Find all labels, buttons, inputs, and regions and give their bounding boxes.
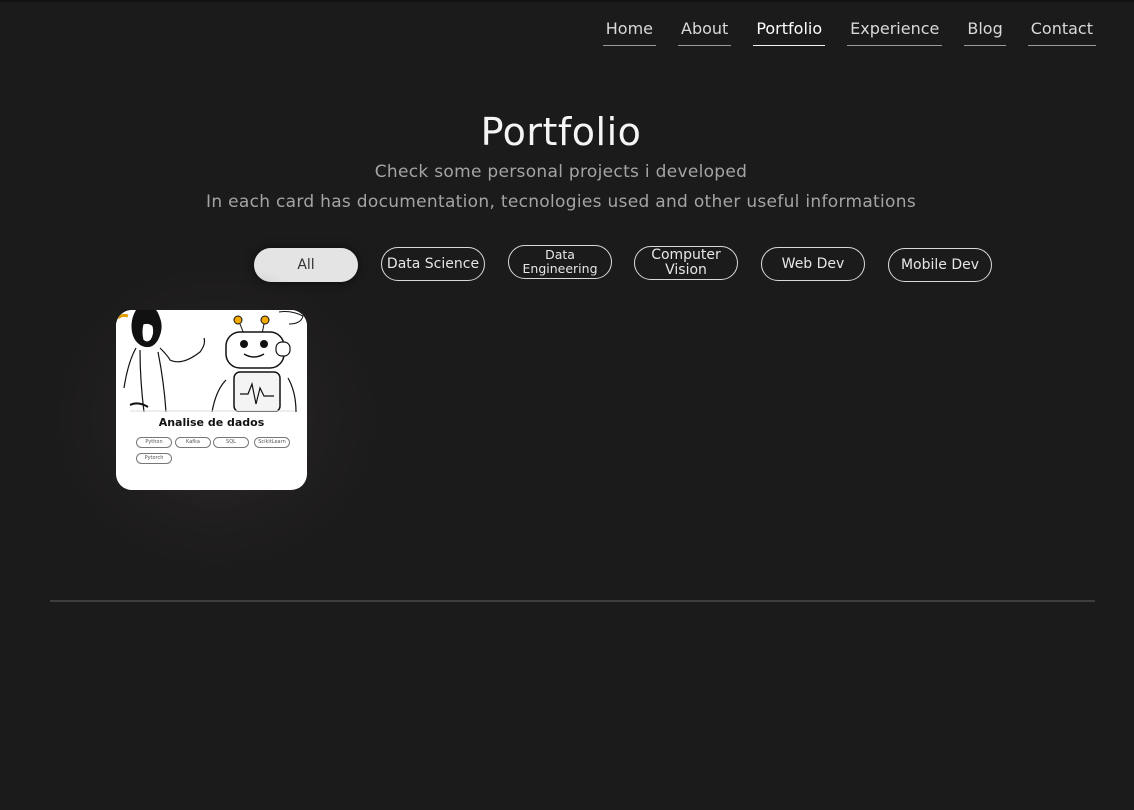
filter-web-dev[interactable]: Web Dev: [761, 247, 865, 281]
nav-blog[interactable]: Blog: [964, 19, 1006, 46]
tech-tag: Kafka: [175, 437, 211, 448]
portfolio-page: Home About Portfolio Experience Blog Con…: [0, 0, 1134, 810]
project-illustration: [116, 310, 307, 412]
nav-experience[interactable]: Experience: [847, 19, 943, 46]
nav-portfolio[interactable]: Portfolio: [753, 19, 826, 46]
tech-tag: SQL: [213, 437, 249, 448]
filter-computer-vision[interactable]: Computer Vision: [634, 246, 738, 280]
page-subtitle-line2: In each card has documentation, tecnolog…: [206, 192, 916, 212]
project-title: Analise de dados: [158, 416, 265, 429]
tech-tag: Pytorch: [136, 453, 172, 464]
filter-data-science[interactable]: Data Science: [381, 247, 485, 281]
section-divider: [50, 600, 1095, 602]
page-subtitle-line1: Check some personal projects i developed: [374, 162, 748, 182]
nav-contact[interactable]: Contact: [1027, 19, 1096, 46]
tech-tag: Python: [136, 437, 172, 448]
tech-tag: ScikitLearn: [254, 437, 290, 448]
nav-about[interactable]: About: [678, 19, 732, 46]
filter-data-engineering[interactable]: Data Engineering: [508, 245, 612, 279]
project-card[interactable]: Analise de dados Python Kafka SQL Scikit…: [116, 310, 307, 490]
filter-mobile-dev[interactable]: Mobile Dev: [888, 248, 992, 282]
top-nav: Home About Portfolio Experience Blog Con…: [581, 19, 1096, 46]
nav-home[interactable]: Home: [602, 19, 656, 46]
page-title: Portfolio: [480, 110, 642, 154]
